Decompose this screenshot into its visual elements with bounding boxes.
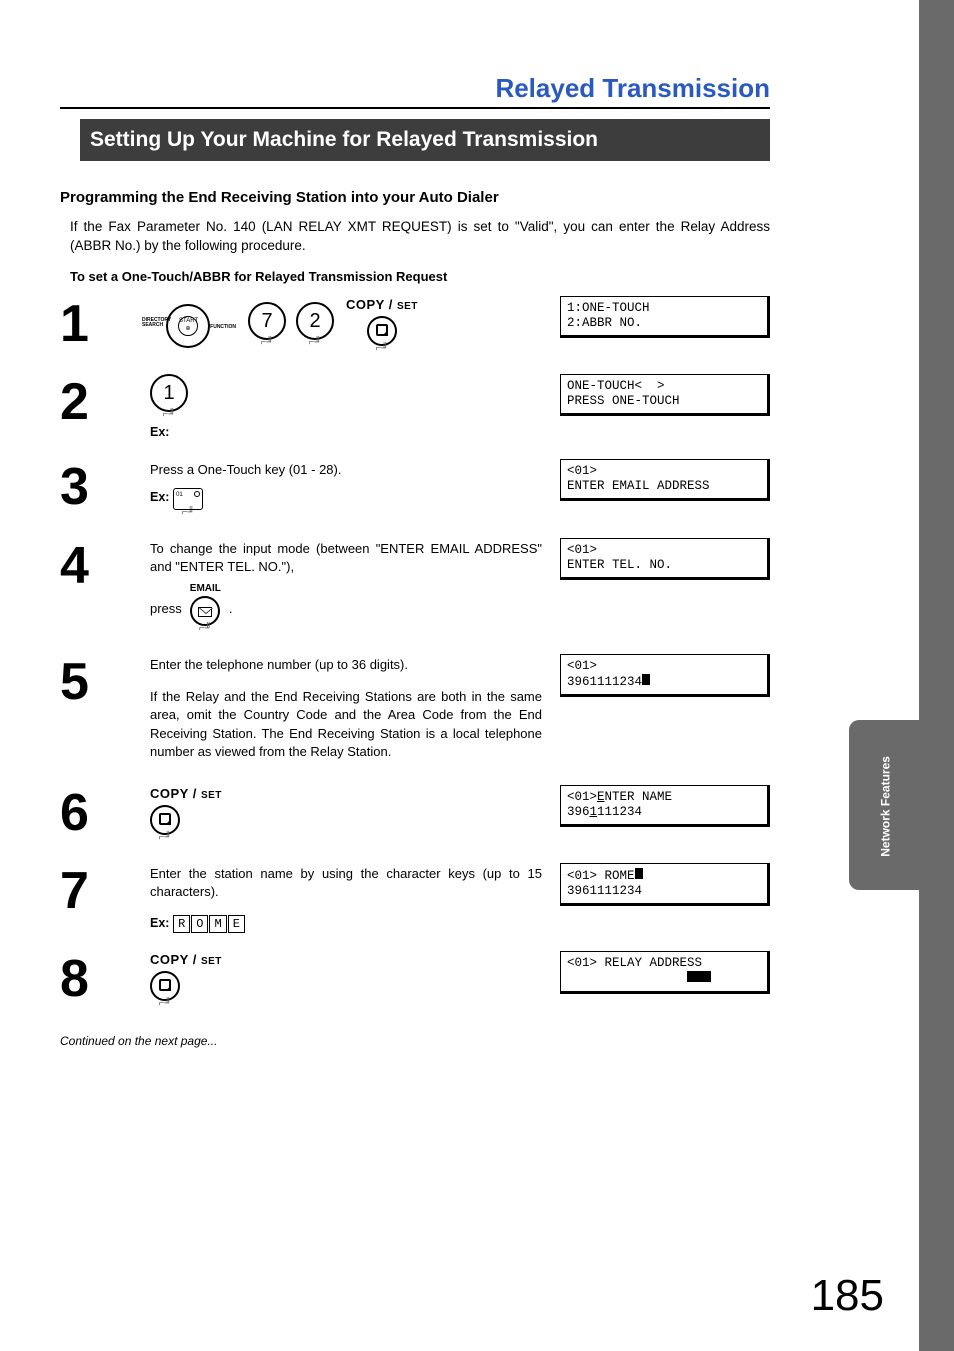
char-key-O[interactable]: O [191, 915, 208, 934]
keypad-7-button[interactable]: 7 [248, 302, 286, 340]
display-column: ONE-TOUCH< > PRESS ONE-TOUCH [560, 374, 770, 420]
copy-set-label: COPY / SET [150, 786, 222, 801]
procedure-heading: To set a One-Touch/ABBR for Relayed Tran… [70, 268, 770, 286]
button-sequence: 1⌐╜ [150, 374, 542, 422]
press-icon: ⌐╜ [367, 342, 397, 356]
step-body: COPY / SET ⌐╜ [150, 951, 560, 1011]
step-body: COPY / SET ⌐╜ [150, 785, 560, 845]
char-key-E[interactable]: E [228, 915, 245, 934]
step-row: 4 To change the input mode (between "ENT… [60, 538, 770, 636]
step-text: If the Relay and the End Receiving Stati… [150, 688, 542, 761]
example-label: Ex: [150, 916, 169, 930]
step-row: 8 COPY / SET ⌐╜ <01> RELAY ADDRESS [60, 951, 770, 1011]
email-icon [198, 607, 212, 617]
page-content: Relayed Transmission Setting Up Your Mac… [0, 0, 850, 1090]
step-text: Enter the telephone number (up to 36 dig… [150, 656, 542, 674]
example-label: Ex: [150, 490, 169, 504]
step-number: 7 [60, 863, 150, 917]
char-key-R[interactable]: R [173, 915, 190, 934]
step-row: 1 DIRECTORYSEARCH START⊕ FUNCTION 7⌐╜ 2⌐… [60, 296, 770, 356]
title-rule [60, 107, 770, 109]
section-heading: Setting Up Your Machine for Relayed Tran… [60, 119, 770, 160]
copy-set-label: COPY / SET [150, 952, 222, 967]
continued-note: Continued on the next page... [60, 1033, 770, 1050]
copy-set-label: COPY / SET [346, 297, 418, 312]
step-number: 1 [60, 296, 150, 350]
step-row: 7 Enter the station name by using the ch… [60, 863, 770, 933]
stop-icon [159, 979, 171, 991]
intro-paragraph: If the Fax Parameter No. 140 (LAN RELAY … [70, 218, 770, 256]
period: . [229, 600, 233, 618]
step-row: 3 Press a One-Touch key (01 - 28). Ex: 01… [60, 459, 770, 519]
display-column: <01> 3961111234 [560, 654, 770, 701]
lcd-display: ONE-TOUCH< > PRESS ONE-TOUCH [560, 374, 770, 416]
side-border [919, 0, 954, 1351]
display-column: <01> ENTER TEL. NO. [560, 538, 770, 584]
step-number: 2 [60, 374, 150, 428]
navigation-dial[interactable]: DIRECTORYSEARCH START⊕ FUNCTION [150, 296, 230, 356]
press-icon: ⌐╜ [150, 997, 180, 1011]
display-column: <01>ENTER NAME 3961111234 [560, 785, 770, 831]
example-label: Ex: [150, 424, 542, 442]
email-label: EMAIL [190, 582, 221, 596]
lcd-display: 1:ONE-TOUCH 2:ABBR NO. [560, 296, 770, 338]
keypad-1-button[interactable]: 1 [150, 374, 188, 412]
display-column: <01> RELAY ADDRESS [560, 951, 770, 998]
press-icon: ⌐╜ [248, 336, 286, 350]
step-number: 8 [60, 951, 150, 1005]
subsection-heading: Programming the End Receiving Station in… [60, 187, 770, 208]
press-icon: ⌐╜ [150, 408, 188, 422]
step-number: 6 [60, 785, 150, 839]
section-tab: Network Features [849, 720, 919, 890]
step-body: 1⌐╜ Ex: [150, 374, 560, 442]
step-text: Press a One-Touch key (01 - 28). [150, 461, 542, 479]
lcd-display: <01>ENTER NAME 3961111234 [560, 785, 770, 827]
lcd-display: <01> RELAY ADDRESS [560, 951, 770, 994]
button-sequence: DIRECTORYSEARCH START⊕ FUNCTION 7⌐╜ 2⌐╜ … [150, 296, 542, 356]
step-body: To change the input mode (between "ENTER… [150, 538, 560, 636]
button-sequence: COPY / SET ⌐╜ [150, 785, 542, 845]
function-label: FUNCTION [210, 324, 236, 331]
step-body: DIRECTORYSEARCH START⊕ FUNCTION 7⌐╜ 2⌐╜ … [150, 296, 560, 356]
press-label: press [150, 600, 182, 618]
step-body: Enter the telephone number (up to 36 dig… [150, 654, 560, 767]
step-row: 2 1⌐╜ Ex: ONE-TOUCH< > PRESS ONE-TOUCH [60, 374, 770, 442]
press-icon: ⌐╜ [296, 336, 334, 350]
button-sequence: COPY / SET ⌐╜ [150, 951, 542, 1011]
display-column: 1:ONE-TOUCH 2:ABBR NO. [560, 296, 770, 342]
display-column: <01> ROME 3961111234 [560, 863, 770, 910]
page-number: 185 [811, 1265, 884, 1327]
one-touch-key-01[interactable]: 01 [173, 488, 203, 510]
page-title: Relayed Transmission [60, 70, 770, 106]
stop-icon [159, 813, 171, 825]
lcd-display: <01> ROME 3961111234 [560, 863, 770, 906]
section-tab-label: Network Features [878, 731, 895, 881]
step-body: Enter the station name by using the char… [150, 863, 560, 933]
press-icon: ⌐╜ [190, 622, 221, 636]
keypad-2-button[interactable]: 2 [296, 302, 334, 340]
lcd-display: <01> 3961111234 [560, 654, 770, 697]
section-heading-text: Setting Up Your Machine for Relayed Tran… [80, 119, 770, 160]
stop-icon [376, 324, 388, 336]
step-text: To change the input mode (between "ENTER… [150, 540, 542, 576]
step-text: Enter the station name by using the char… [150, 865, 542, 901]
char-key-M[interactable]: M [209, 915, 226, 934]
press-icon: ⌐╜ [150, 831, 180, 845]
step-number: 5 [60, 654, 150, 708]
start-button[interactable]: START⊕ [178, 316, 198, 336]
step-body: Press a One-Touch key (01 - 28).Ex: 01⌐╜ [150, 459, 560, 519]
lcd-display: <01> ENTER TEL. NO. [560, 538, 770, 580]
step-row: 6 COPY / SET ⌐╜ <01>ENTER NAME 396111123… [60, 785, 770, 845]
steps-list: 1 DIRECTORYSEARCH START⊕ FUNCTION 7⌐╜ 2⌐… [60, 296, 770, 1012]
step-number: 4 [60, 538, 150, 592]
lcd-display: <01> ENTER EMAIL ADDRESS [560, 459, 770, 501]
step-row: 5 Enter the telephone number (up to 36 d… [60, 654, 770, 767]
step-number: 3 [60, 459, 150, 513]
display-column: <01> ENTER EMAIL ADDRESS [560, 459, 770, 505]
